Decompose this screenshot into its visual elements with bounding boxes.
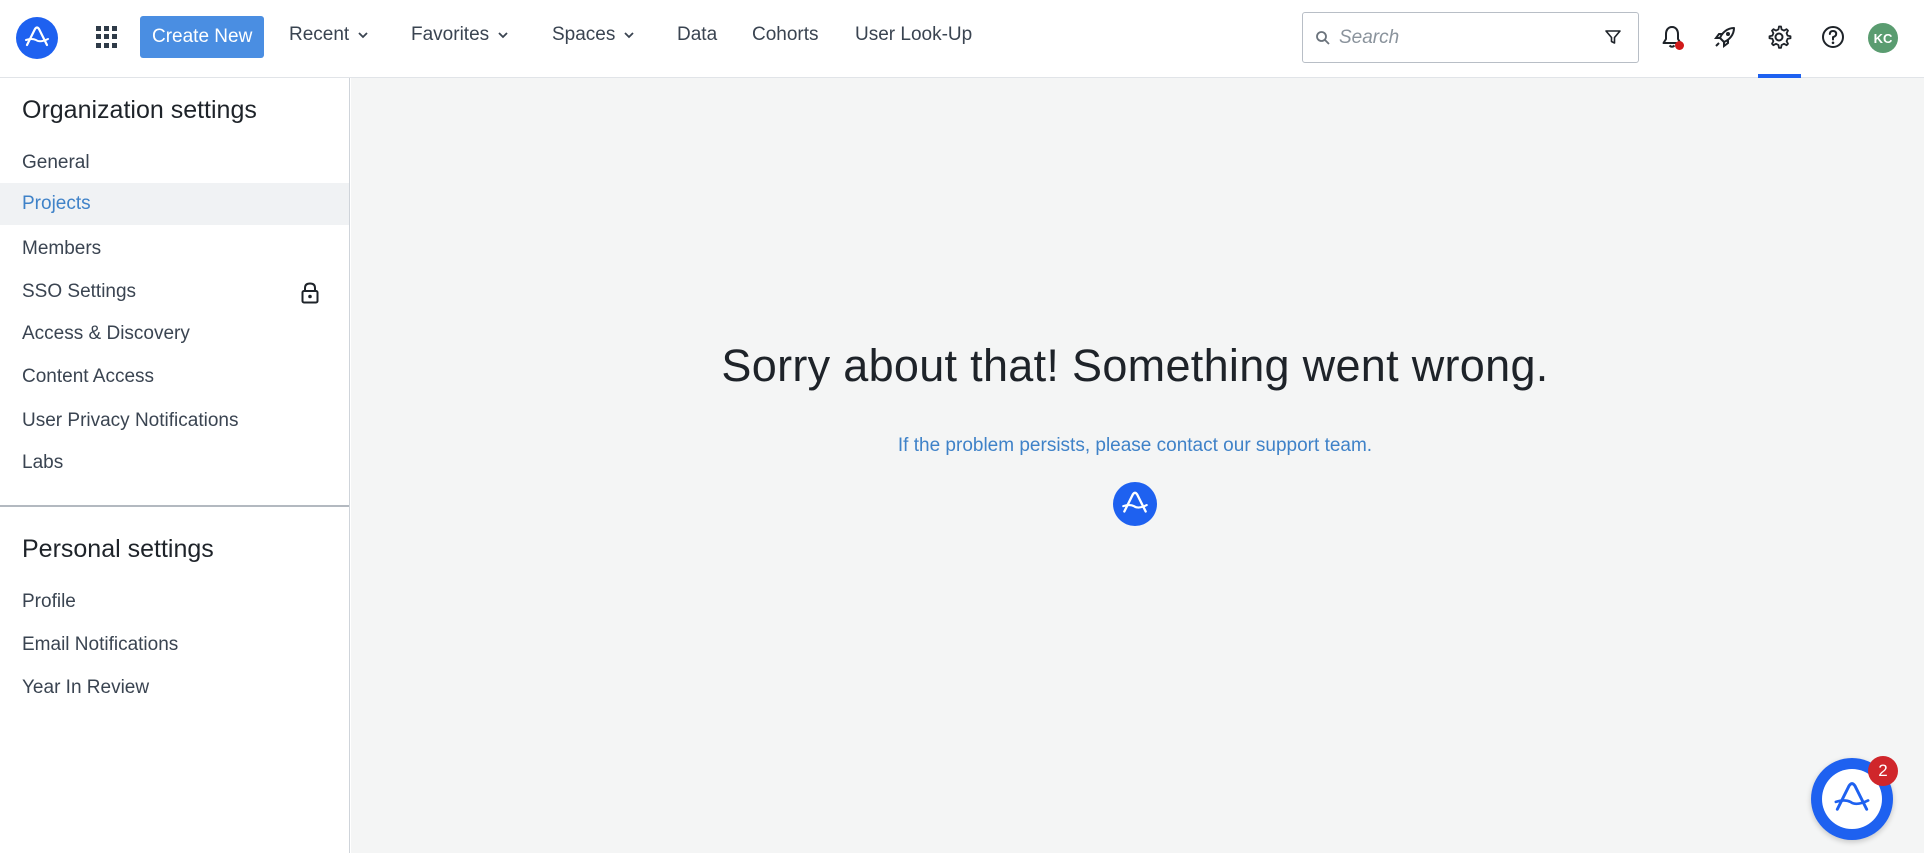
nav-favorites-label: Favorites [411, 24, 490, 45]
search-icon [1316, 30, 1330, 45]
rocket-icon[interactable] [1712, 24, 1738, 50]
sidebar-item-profile[interactable]: Profile [0, 581, 349, 623]
chat-unread-badge: 2 [1868, 756, 1898, 786]
nav-user-lookup-label: User Look-Up [855, 24, 973, 45]
help-icon[interactable] [1820, 24, 1846, 50]
avatar[interactable]: KC [1868, 23, 1898, 53]
filter-icon[interactable] [1604, 28, 1622, 46]
amplitude-logo-icon [1113, 482, 1157, 526]
nav-cohorts-label: Cohorts [752, 24, 819, 45]
nav-data-label: Data [677, 24, 718, 45]
nav-recent[interactable]: Recent [289, 24, 369, 46]
sidebar-item-content-access[interactable]: Content Access [0, 356, 349, 398]
nav-spaces[interactable]: Spaces [552, 24, 635, 46]
app-grid-icon[interactable] [96, 26, 118, 48]
sidebar-item-projects[interactable]: Projects [0, 183, 349, 225]
sidebar-item-sso-settings[interactable]: SSO Settings [0, 271, 349, 313]
chevron-down-icon [498, 32, 508, 39]
notification-dot [1675, 41, 1684, 50]
nav-cohorts[interactable]: Cohorts [752, 24, 819, 46]
nav-favorites[interactable]: Favorites [411, 24, 509, 46]
sidebar-item-members[interactable]: Members [0, 228, 349, 270]
support-link[interactable]: If the problem persists, please contact … [351, 435, 1919, 457]
sidebar-item-access-discovery[interactable]: Access & Discovery [0, 313, 349, 355]
gear-icon[interactable] [1766, 24, 1792, 50]
lock-icon [301, 282, 319, 304]
create-new-button[interactable]: Create New [140, 16, 265, 58]
sidebar-item-year-in-review[interactable]: Year In Review [0, 667, 349, 709]
sidebar-item-labs[interactable]: Labs [0, 442, 349, 484]
sidebar-item-label: SSO Settings [22, 281, 137, 302]
error-title: Sorry about that! Something went wrong. [721, 340, 1549, 391]
nav-user-lookup[interactable]: User Look-Up [855, 24, 972, 46]
main-content: Sorry about that! Something went wrong. … [351, 78, 1924, 853]
amplitude-logo-icon[interactable] [16, 17, 58, 59]
sidebar-item-general[interactable]: General [0, 142, 349, 184]
org-settings-title: Organization settings [22, 96, 257, 124]
chevron-down-icon [624, 32, 635, 39]
settings-sidebar: Organization settings General Projects M… [0, 78, 350, 853]
sidebar-item-user-privacy-notifications[interactable]: User Privacy Notifications [0, 400, 349, 442]
search-box[interactable] [1302, 12, 1639, 63]
sidebar-item-email-notifications[interactable]: Email Notifications [0, 624, 349, 666]
chevron-down-icon [358, 32, 368, 39]
personal-settings-title: Personal settings [22, 535, 214, 563]
top-navigation-bar: Create New Recent Favorites Spaces Data … [0, 0, 1924, 78]
nav-spaces-label: Spaces [552, 24, 616, 45]
search-input[interactable] [1339, 26, 1579, 49]
sidebar-divider [0, 505, 349, 507]
nav-data[interactable]: Data [677, 24, 717, 46]
nav-recent-label: Recent [289, 24, 350, 45]
